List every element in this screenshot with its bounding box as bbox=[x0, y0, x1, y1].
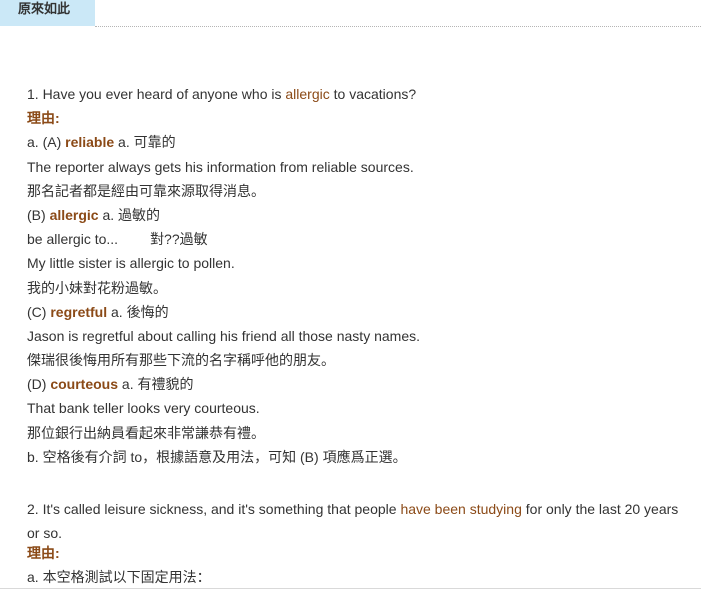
question-2-answer: have been studying bbox=[400, 501, 522, 518]
option-definition: a. 過敏的 bbox=[98, 206, 161, 223]
question-1: 1. Have you ever heard of anyone who is … bbox=[27, 86, 687, 110]
option-b: (B) allergic a. 過敏的 bbox=[27, 207, 687, 231]
option-word: courteous bbox=[50, 376, 119, 393]
option-definition: a. 有禮貌的 bbox=[118, 376, 194, 393]
option-a: a. (A) reliable a. 可靠的 bbox=[27, 134, 687, 158]
option-definition: a. 後悔的 bbox=[107, 303, 169, 320]
example-zh: 傑瑞很後悔用所有那些下流的名字稱呼他的朋友。 bbox=[27, 352, 335, 369]
option-prefix: (C) bbox=[27, 303, 51, 320]
option-prefix: (B) bbox=[27, 206, 50, 223]
option-d: (D) courteous a. 有禮貌的 bbox=[27, 376, 687, 400]
option-c: (C) regretful a. 後悔的 bbox=[27, 304, 687, 328]
question-2: 2. It's called leisure sickness, and it'… bbox=[27, 497, 687, 545]
question-1-answer: allergic bbox=[285, 86, 330, 102]
option-word: allergic bbox=[49, 206, 99, 223]
option-word: reliable bbox=[65, 134, 115, 151]
tab-header[interactable]: 原來如此 bbox=[0, 0, 95, 26]
phrase-meaning: 對??過敏 bbox=[150, 231, 208, 248]
article-content: 1. Have you ever heard of anyone who is … bbox=[27, 86, 687, 594]
option-definition: a. 可靠的 bbox=[114, 134, 176, 151]
phrase-line: be allergic to... 對??過敏 bbox=[27, 231, 687, 255]
phrase: be allergic to... bbox=[27, 231, 119, 248]
question-2-text-pre: 2. It's called leisure sickness, and it'… bbox=[27, 501, 401, 518]
header-divider bbox=[95, 26, 701, 27]
bottom-divider bbox=[0, 588, 701, 589]
example-zh: 那位銀行出納員看起來非常謙恭有禮。 bbox=[27, 424, 265, 441]
example-en: The reporter always gets his information… bbox=[27, 158, 414, 175]
example-en: Jason is regretful about calling his fri… bbox=[27, 327, 420, 344]
option-prefix: a. (A) bbox=[27, 134, 66, 151]
option-word: regretful bbox=[50, 303, 108, 320]
reason-label: 理由: bbox=[27, 110, 60, 127]
conclusion: b. 空格後有介詞 to，根據語意及用法，可知 (B) 項應爲正選。 bbox=[27, 448, 407, 465]
example-en: That bank teller looks very courteous. bbox=[27, 400, 260, 417]
example-zh: 我的小妹對花粉過敏。 bbox=[27, 279, 167, 296]
reason-label: 理由: bbox=[27, 545, 60, 562]
question-1-text-post: to vacations? bbox=[329, 86, 417, 102]
option-prefix: (D) bbox=[27, 376, 51, 393]
example-en: My little sister is allergic to pollen. bbox=[27, 255, 235, 272]
question-1-text-pre: 1. Have you ever heard of anyone who is bbox=[27, 86, 286, 102]
note: a. 本空格測試以下固定用法： bbox=[27, 569, 211, 586]
example-zh: 那名記者都是經由可靠來源取得消息。 bbox=[27, 182, 265, 199]
